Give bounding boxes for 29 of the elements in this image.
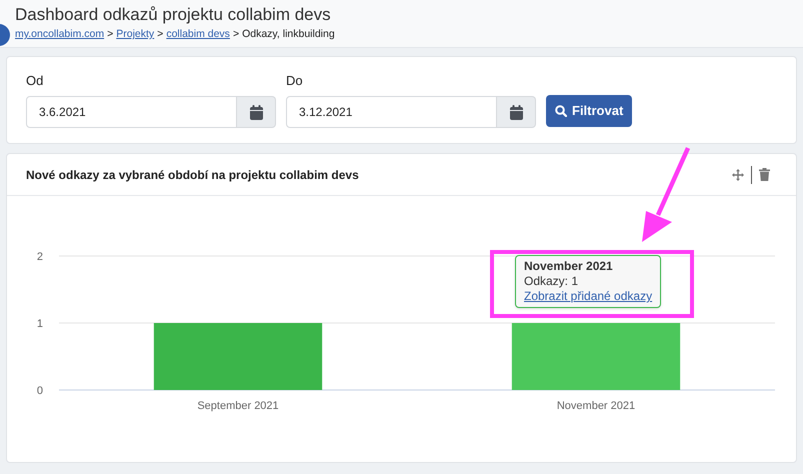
page-title: Dashboard odkazů projektu collabim devs bbox=[15, 5, 332, 25]
trash-icon[interactable] bbox=[759, 168, 770, 181]
tooltip-title: November 2021 bbox=[524, 259, 614, 274]
calendar-icon bbox=[250, 104, 262, 120]
tooltip-text: Odkazy: 1 bbox=[524, 274, 580, 289]
date-field[interactable]: 3.12.2021 bbox=[286, 96, 497, 128]
breadcrumb-link[interactable]: collabim devs bbox=[166, 27, 230, 41]
calendar-button[interactable] bbox=[497, 96, 536, 128]
breadcrumb-separator: > bbox=[232, 27, 240, 41]
y-tick-label: 0 bbox=[36, 385, 43, 397]
field-label: Do bbox=[286, 72, 304, 90]
breadcrumb-separator: > bbox=[157, 27, 164, 41]
x-tick-label: November 2021 bbox=[556, 400, 636, 412]
breadcrumb-current: Odkazy, linkbuilding bbox=[242, 27, 335, 41]
field-label: Od bbox=[26, 72, 44, 90]
calendar-icon bbox=[510, 104, 522, 120]
breadcrumb-link[interactable]: Projekty bbox=[116, 27, 154, 41]
y-tick-label: 2 bbox=[36, 251, 43, 263]
breadcrumb-link[interactable]: my.oncollabim.com bbox=[15, 27, 104, 41]
date-field[interactable]: 3.6.2021 bbox=[26, 96, 237, 128]
move-icon[interactable] bbox=[732, 168, 744, 180]
breadcrumb-separator: > bbox=[107, 27, 114, 41]
filter-button[interactable]: Filtrovat bbox=[546, 95, 632, 127]
x-tick-label: September 2021 bbox=[197, 400, 279, 412]
y-tick-label: 1 bbox=[36, 318, 43, 330]
tooltip-link[interactable]: Zobrazit přidané odkazy bbox=[524, 289, 652, 304]
calendar-button[interactable] bbox=[237, 96, 276, 128]
search-icon bbox=[555, 105, 567, 117]
card-title: Nové odkazy za vybrané období na projektu collabim devs bbox=[26, 166, 360, 184]
